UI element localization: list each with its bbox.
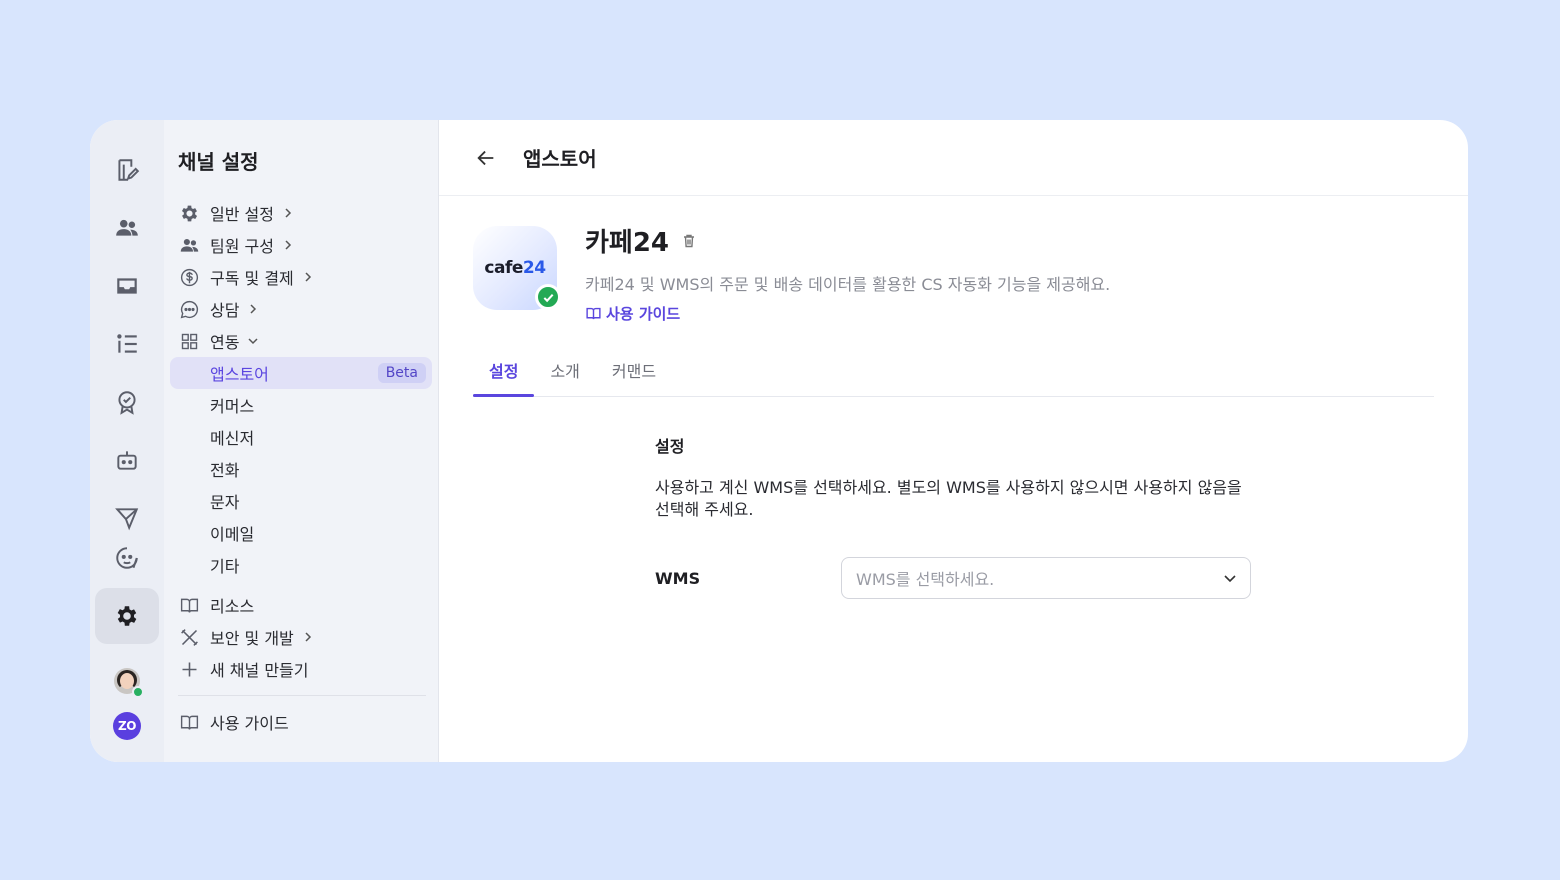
logo-text: cafe24 — [484, 258, 546, 278]
app-window: ZO 채널 설정 일반 설정 팀원 구성 구독 및 결제 상담 연동 앱스토어 … — [90, 120, 1468, 762]
sidebar-item-label: 구독 및 결제 — [210, 269, 294, 288]
chevron-right-icon — [302, 631, 314, 643]
book-icon — [178, 711, 200, 733]
icon-rail: ZO — [90, 120, 164, 762]
tab-intro[interactable]: 소개 — [534, 358, 595, 396]
wms-select[interactable]: WMS를 선택하세요. — [841, 557, 1251, 599]
sidebar-item-billing[interactable]: 구독 및 결제 — [170, 261, 432, 293]
content: cafe24 카페24 카페24 및 WMS의 주문 및 배송 데이터를 활용한… — [439, 196, 1468, 599]
sidebar-subitem-messenger[interactable]: 메신저 — [170, 421, 432, 453]
sidebar-item-label: 일반 설정 — [210, 205, 274, 224]
sidebar-title: 채널 설정 — [178, 150, 259, 174]
sidebar-item-general-settings[interactable]: 일반 설정 — [170, 197, 432, 229]
sidebar-item-label: 리소스 — [210, 597, 255, 616]
inbox-icon[interactable] — [95, 258, 159, 314]
sidebar-divider — [178, 695, 426, 696]
chevron-right-icon — [282, 239, 294, 251]
top-bar: 앱스토어 — [439, 120, 1468, 196]
sidebar-subitem-email[interactable]: 이메일 — [170, 517, 432, 549]
page-title: 앱스토어 — [523, 147, 597, 171]
settings-section: 설정 사용하고 계신 WMS를 선택하세요. 별도의 WMS를 사용하지 않으시… — [655, 433, 1255, 599]
people-icon[interactable] — [95, 200, 159, 256]
bot-icon[interactable] — [95, 432, 159, 488]
chevron-right-icon — [302, 271, 314, 283]
sidebar-item-label: 팀원 구성 — [210, 237, 274, 256]
chevron-right-icon — [247, 303, 259, 315]
chat-bubble-icon — [178, 298, 200, 320]
back-arrow-icon[interactable] — [475, 147, 497, 169]
book-icon — [586, 307, 601, 320]
main-panel: 앱스토어 cafe24 카페24 카페24 및 WMS의 주문 및 배송 데이터… — [439, 120, 1468, 762]
sidebar-subitem-label: 앱스토어 — [210, 365, 269, 384]
sidebar-subitem-appstore[interactable]: 앱스토어 Beta — [170, 357, 432, 389]
plus-icon — [178, 658, 200, 680]
sidebar-item-label: 새 채널 만들기 — [210, 661, 309, 680]
tab-bar: 설정 소개 커맨드 — [473, 358, 1434, 397]
trash-icon[interactable] — [681, 233, 697, 249]
app-description: 카페24 및 WMS의 주문 및 배송 데이터를 활용한 CS 자동화 기능을 … — [585, 275, 1111, 294]
user-guide-link[interactable]: 사용 가이드 — [585, 303, 1110, 324]
app-header: cafe24 카페24 카페24 및 WMS의 주문 및 배송 데이터를 활용한… — [473, 226, 1434, 324]
online-status-dot — [132, 686, 144, 698]
avatar[interactable] — [114, 668, 144, 698]
app-info: 카페24 카페24 및 WMS의 주문 및 배송 데이터를 활용한 CS 자동화… — [585, 226, 1110, 324]
gear-icon[interactable] — [95, 588, 159, 644]
app-name-row: 카페24 — [585, 222, 1110, 259]
sidebar-item-label: 연동 — [210, 333, 240, 352]
sidebar-subitem-etc[interactable]: 기타 — [170, 549, 432, 581]
chevron-right-icon — [282, 207, 294, 219]
people-icon — [178, 234, 200, 256]
sidebar-item-label: 보안 및 개발 — [210, 629, 294, 648]
sidebar-item-user-guide[interactable]: 사용 가이드 — [170, 706, 432, 738]
user-guide-label: 사용 가이드 — [606, 305, 681, 323]
sidebar-item-resources[interactable]: 리소스 — [170, 589, 432, 621]
settings-title: 설정 — [655, 437, 685, 456]
chevron-down-icon — [1224, 575, 1236, 583]
tools-icon — [178, 626, 200, 648]
avatar-face — [120, 673, 134, 689]
app-logo: cafe24 — [473, 226, 561, 310]
check-circle-icon — [535, 284, 561, 310]
sidebar-item-label: 사용 가이드 — [210, 714, 289, 733]
chevron-down-icon — [247, 335, 259, 347]
badge-icon[interactable] — [95, 374, 159, 430]
sidebar-subitem-phone[interactable]: 전화 — [170, 453, 432, 485]
brand-badge[interactable]: ZO — [113, 712, 141, 740]
list-icon[interactable] — [95, 316, 159, 372]
beta-badge: Beta — [377, 363, 426, 383]
dollar-circle-icon — [178, 266, 200, 288]
sidebar-item-consult[interactable]: 상담 — [170, 293, 432, 325]
book-icon — [178, 594, 200, 616]
sidebar-subitem-sms[interactable]: 문자 — [170, 485, 432, 517]
grid-icon — [178, 330, 200, 352]
wms-field-row: WMS WMS를 선택하세요. — [655, 557, 1255, 599]
gear-icon — [178, 202, 200, 224]
edit-note-icon[interactable] — [95, 142, 159, 198]
tab-settings[interactable]: 설정 — [473, 358, 535, 397]
sidebar-item-label: 상담 — [210, 301, 240, 320]
wms-field-label: WMS — [655, 568, 701, 588]
tab-commands[interactable]: 커맨드 — [596, 358, 672, 396]
sidebar-item-new-channel[interactable]: 새 채널 만들기 — [170, 653, 432, 685]
sidebar-item-team[interactable]: 팀원 구성 — [170, 229, 432, 261]
wms-select-placeholder: WMS를 선택하세요. — [856, 570, 995, 589]
sidebar-subitem-commerce[interactable]: 커머스 — [170, 389, 432, 421]
face-icon[interactable] — [95, 530, 159, 586]
sidebar: 채널 설정 일반 설정 팀원 구성 구독 및 결제 상담 연동 앱스토어 Bet… — [164, 120, 439, 762]
app-name: 카페24 — [585, 228, 670, 258]
rail-bottom: ZO — [90, 668, 164, 740]
sidebar-item-integrations[interactable]: 연동 — [170, 325, 432, 357]
sidebar-item-security-dev[interactable]: 보안 및 개발 — [170, 621, 432, 653]
settings-description: 사용하고 계신 WMS를 선택하세요. 별도의 WMS를 사용하지 않으시면 사… — [655, 478, 1242, 519]
